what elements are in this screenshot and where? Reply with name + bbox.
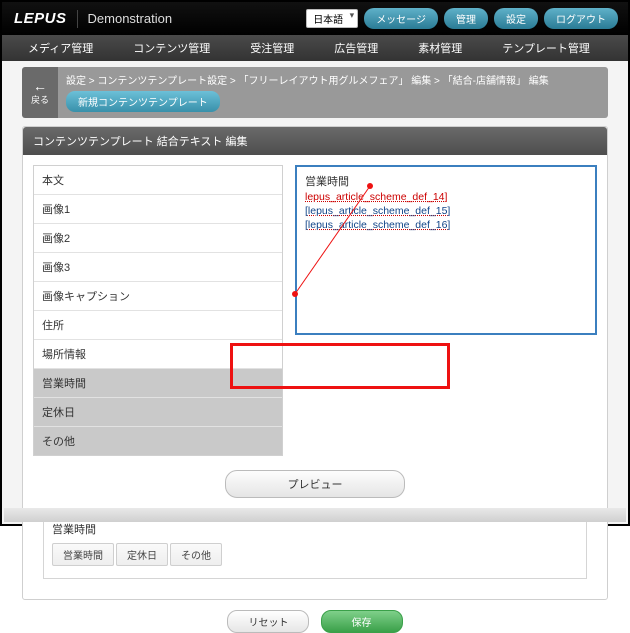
- back-label: 戻る: [31, 93, 49, 106]
- footer-actions: リセット 保存: [22, 610, 608, 633]
- editor-token: lepus_article_scheme_def_14]: [305, 191, 587, 203]
- brand-separator: [77, 10, 78, 28]
- brand-sub: Demonstration: [88, 11, 173, 26]
- editor-tokens: lepus_article_scheme_def_14] [lepus_artic…: [305, 191, 587, 231]
- breadcrumb: 設定 > コンテンツテンプレート設定 > 「フリーレイアウト用グルメフェア」 編…: [66, 72, 600, 87]
- brand: LEPUS Demonstration: [14, 10, 172, 28]
- nav-content[interactable]: コンテンツ管理: [113, 40, 230, 56]
- panel-title: コンテンツテンプレート 結合テキスト 編集: [23, 127, 607, 155]
- editor-label: 営業時間: [305, 173, 587, 189]
- chip[interactable]: 営業時間: [52, 543, 114, 566]
- chip[interactable]: 定休日: [116, 543, 168, 566]
- nav-materials[interactable]: 素材管理: [398, 40, 482, 56]
- chip-row: 営業時間定休日その他: [52, 543, 578, 570]
- field-row[interactable]: その他: [34, 427, 282, 455]
- field-row[interactable]: 画像3: [34, 253, 282, 282]
- back-arrow-icon: ←: [33, 79, 47, 93]
- settings-button[interactable]: 設定: [494, 8, 538, 29]
- field-row[interactable]: 本文: [34, 166, 282, 195]
- admin-button[interactable]: 管理: [444, 8, 488, 29]
- logout-button[interactable]: ログアウト: [544, 8, 618, 29]
- editor-token: [lepus_article_scheme_def_15]: [305, 205, 587, 217]
- annotation-highlight: [230, 343, 450, 389]
- language-selector[interactable]: 日本語: [306, 9, 358, 28]
- field-row[interactable]: 画像2: [34, 224, 282, 253]
- nav-orders[interactable]: 受注管理: [230, 40, 314, 56]
- field-row[interactable]: 定休日: [34, 398, 282, 427]
- nav-ads[interactable]: 広告管理: [314, 40, 398, 56]
- topbar: LEPUS Demonstration 日本語 メッセージ 管理 設定 ログアウ…: [2, 2, 628, 35]
- edit-panel: コンテンツテンプレート 結合テキスト 編集 本文画像1画像2画像3画像キャプショ…: [22, 126, 608, 600]
- save-button[interactable]: 保存: [321, 610, 403, 633]
- annotation-dot: [367, 183, 373, 189]
- brand-logo: LEPUS: [14, 10, 67, 27]
- top-right-controls: 日本語 メッセージ 管理 設定 ログアウト: [306, 8, 618, 29]
- editor-token: [lepus_article_scheme_def_16]: [305, 219, 587, 231]
- field-row[interactable]: 画像1: [34, 195, 282, 224]
- editor-box[interactable]: 営業時間 lepus_article_scheme_def_14] [lepus_…: [295, 165, 597, 335]
- main-nav: メディア管理 コンテンツ管理 受注管理 広告管理 素材管理 テンプレート管理 ア…: [2, 35, 628, 61]
- field-row[interactable]: 画像キャプション: [34, 282, 282, 311]
- footer-gradient: [4, 508, 626, 522]
- nav-addons[interactable]: アドオン: [610, 40, 630, 56]
- chip[interactable]: その他: [170, 543, 222, 566]
- preview-button[interactable]: プレビュー: [225, 470, 405, 498]
- field-row[interactable]: 住所: [34, 311, 282, 340]
- nav-media[interactable]: メディア管理: [8, 40, 113, 56]
- lower-title: 営業時間: [52, 521, 578, 537]
- messages-button[interactable]: メッセージ: [364, 8, 438, 29]
- annotation-dot: [292, 291, 298, 297]
- new-template-tab[interactable]: 新規コンテンツテンプレート: [66, 91, 220, 112]
- back-button[interactable]: ← 戻る: [22, 67, 58, 118]
- reset-button[interactable]: リセット: [227, 610, 309, 633]
- breadcrumb-bar: 設定 > コンテンツテンプレート設定 > 「フリーレイアウト用グルメフェア」 編…: [58, 67, 608, 118]
- field-list: 本文画像1画像2画像3画像キャプション住所場所情報営業時間定休日その他: [33, 165, 283, 456]
- lower-panel: 営業時間 営業時間定休日その他: [43, 512, 587, 579]
- nav-templates[interactable]: テンプレート管理: [482, 40, 610, 56]
